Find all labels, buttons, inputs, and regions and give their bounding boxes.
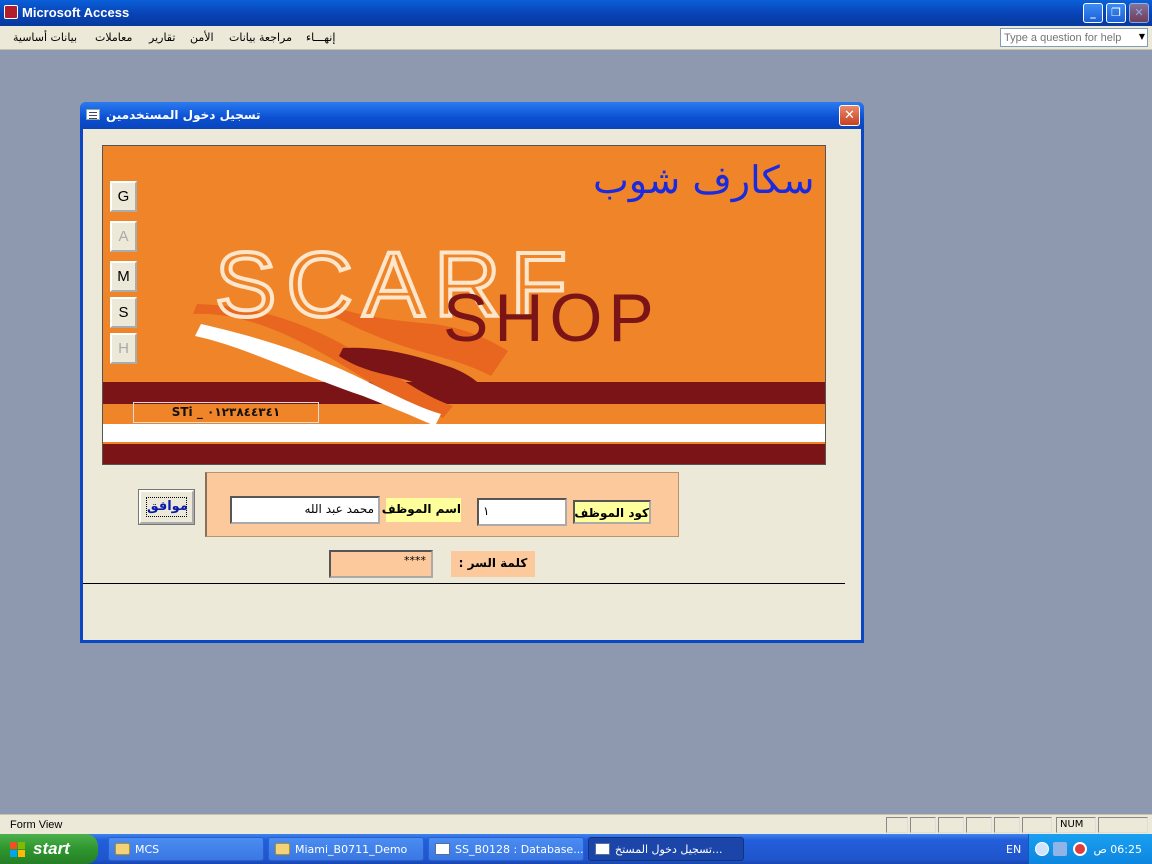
restore-button[interactable]: ❐ <box>1106 3 1126 23</box>
status-cell <box>994 817 1020 833</box>
banner-band-bottom <box>103 444 825 464</box>
ok-button-label: موافق <box>146 497 188 517</box>
banner-band-white <box>103 424 825 442</box>
taskbar-item-label: Miami_B0711_Demo <box>295 843 408 856</box>
taskbar-item-label: SS_B0128 : Database... <box>455 843 584 856</box>
status-cell <box>1022 817 1052 833</box>
network-icon[interactable] <box>1053 842 1067 856</box>
start-label: start <box>33 839 70 858</box>
tray-arrow-icon[interactable] <box>1035 842 1049 856</box>
language-indicator[interactable]: EN <box>1006 843 1021 856</box>
form-icon <box>86 109 100 120</box>
form-title: تسجيل دخول المستخدمين <box>106 108 261 122</box>
minimize-button[interactable]: _ <box>1083 3 1103 23</box>
minimize-icon: _ <box>1090 6 1096 19</box>
developer-credit: STi _ ٠١٢٣٨٤٤٣٤١ <box>133 402 319 423</box>
taskbar-item-database[interactable]: SS_B0128 : Database... <box>428 837 584 861</box>
scarf-shop-banner: SCARF SHOP سكارف شوب G A M S H STi _ ٠١٢… <box>102 145 826 465</box>
close-icon: ✕ <box>844 108 855 123</box>
taskbar: start MCS Miami_B0711_Demo SS_B0128 : Da… <box>0 834 1152 864</box>
side-button-g[interactable]: G <box>110 181 137 212</box>
num-lock-indicator: NUM <box>1056 817 1096 833</box>
form-titlebar: تسجيل دخول المستخدمين ✕ <box>80 102 864 129</box>
taskbar-item-mcs[interactable]: MCS <box>108 837 264 861</box>
form-icon <box>595 843 610 855</box>
menu-exit[interactable]: إنهـــاء <box>306 31 335 44</box>
taskbar-item-miami[interactable]: Miami_B0711_Demo <box>268 837 424 861</box>
taskbar-item-label: MCS <box>135 843 160 856</box>
status-cell <box>938 817 964 833</box>
status-text: Form View <box>10 819 63 831</box>
menu-transactions[interactable]: معاملات <box>95 31 132 44</box>
employee-name-label: اسم الموظف <box>382 498 461 522</box>
antivirus-icon[interactable] <box>1073 842 1087 856</box>
side-button-m[interactable]: M <box>110 261 137 292</box>
form-divider <box>83 583 845 584</box>
close-button[interactable]: ✕ <box>1129 3 1149 23</box>
start-button[interactable]: start <box>0 834 98 864</box>
login-panel: محمد عبد الله اسم الموظف ١ كود الموظف <box>205 472 679 537</box>
folder-icon <box>275 843 290 855</box>
logo-shop-text: SHOP <box>443 280 660 356</box>
menu-reports[interactable]: تقارير <box>149 31 175 44</box>
clock: 06:25 ص <box>1093 843 1143 856</box>
employee-code-label: كود الموظف <box>573 500 651 524</box>
employee-code-field[interactable]: ١ <box>477 498 567 526</box>
employee-name-field[interactable]: محمد عبد الله <box>230 496 380 524</box>
side-button-h[interactable]: H <box>110 333 137 364</box>
side-button-a[interactable]: A <box>110 221 137 252</box>
status-cell <box>910 817 936 833</box>
banner-arabic-title: سكارف شوب <box>593 158 815 202</box>
restore-icon: ❐ <box>1111 6 1121 19</box>
folder-icon <box>115 843 130 855</box>
app-titlebar: Microsoft Access _ ❐ ✕ <box>0 0 1152 26</box>
taskbar-item-login-form[interactable]: تسجيل دخول المستخ... <box>588 837 744 861</box>
form-body: SCARF SHOP سكارف شوب G A M S H STi _ ٠١٢… <box>83 129 861 640</box>
menu-security[interactable]: الأمن <box>190 31 214 44</box>
menu-data-review[interactable]: مراجعة بيانات <box>229 31 292 44</box>
close-icon: ✕ <box>1134 6 1144 19</box>
scarf-shop-logo: SCARF SHOP <box>193 232 660 426</box>
login-form-window: تسجيل دخول المستخدمين ✕ SCARF SHOP سكارف… <box>80 102 864 643</box>
password-label: كلمة السر : <box>451 551 535 577</box>
system-tray: 06:25 ص <box>1028 834 1152 864</box>
help-search-input[interactable] <box>1001 29 1131 46</box>
access-app-icon[interactable] <box>4 5 18 19</box>
ok-button[interactable]: موافق <box>138 489 195 525</box>
status-bar: Form View NUM <box>0 814 1152 834</box>
help-box[interactable]: ▼ <box>1000 28 1148 47</box>
menu-bar: بيانات أساسية معاملات تقارير الأمن مراجع… <box>0 26 1152 50</box>
form-close-button[interactable]: ✕ <box>839 105 860 126</box>
dropdown-arrow-icon[interactable]: ▼ <box>1139 32 1145 41</box>
database-icon <box>435 843 450 855</box>
status-cell <box>966 817 992 833</box>
taskbar-item-label: تسجيل دخول المستخ... <box>615 843 723 856</box>
windows-logo-icon <box>10 842 26 857</box>
side-button-s[interactable]: S <box>110 297 137 328</box>
password-field[interactable]: **** <box>329 550 433 578</box>
menu-basic-data[interactable]: بيانات أساسية <box>13 31 77 44</box>
app-title: Microsoft Access <box>22 5 130 20</box>
status-cell <box>1098 817 1148 833</box>
status-cell <box>886 817 908 833</box>
